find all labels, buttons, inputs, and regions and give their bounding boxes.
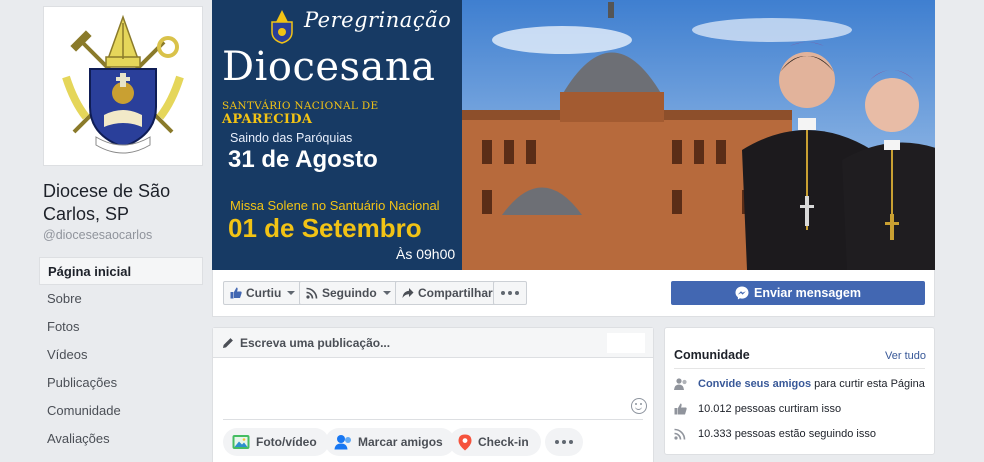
nav-item-community[interactable]: Comunidade [39,397,203,425]
send-message-button[interactable]: Enviar mensagem [671,281,925,305]
share-button-label: Compartilhar [418,286,493,300]
friends-icon [674,378,687,390]
rss-icon [674,428,686,440]
composer-divider [223,419,643,420]
followers-count-text: 10.333 pessoas estão seguindo isso [698,428,876,440]
post-composer: Escreva uma publicação... Foto/vídeo Mar… [212,327,654,462]
community-card: Comunidade Ver tudo Convide seus amigos … [664,327,935,455]
composer-more-button[interactable] [545,428,583,456]
cover-departure-label: Saindo das Paróquias [230,131,353,145]
photo-video-button[interactable]: Foto/vídeo [223,428,329,456]
invite-friends-suffix: para curtir esta Página [814,378,925,390]
profile-picture[interactable] [43,6,203,166]
thumbs-up-icon [674,403,687,415]
check-in-button[interactable]: Check-in [449,428,541,456]
photo-video-label: Foto/vídeo [256,435,317,449]
page-title[interactable]: Diocese de São Carlos, SP [43,180,213,226]
community-title: Comunidade [674,348,750,362]
page-username: @diocesesaocarlos [43,228,153,242]
page-nav: Página inicial Sobre Fotos Vídeos Public… [39,257,203,453]
messenger-icon [735,286,749,300]
nav-item-photos[interactable]: Fotos [39,313,203,341]
cover-mass-label: Missa Solene no Santuário Nacional [230,198,440,213]
chevron-down-icon [287,291,296,295]
cover-title-main: Diocesana [222,44,436,90]
cover-text-panel: Peregrinação Diocesana SANTVÁRIO NACIONA… [212,0,462,270]
likes-count-text: 10.012 pessoas curtiram isso [698,403,842,415]
nav-item-reviews[interactable]: Avaliações [39,425,203,453]
more-dots-icon [555,440,573,444]
cover-departure-date: 31 de Agosto [228,146,378,173]
rss-icon [306,287,318,299]
check-in-label: Check-in [478,435,529,449]
cover-basilica-image [442,0,935,270]
cover-mass-date: 01 de Setembro [228,213,422,243]
cover-subtitle: SANTVÁRIO NACIONAL DE APARECIDA [222,100,462,127]
chevron-down-icon [382,291,391,295]
crest-icon [271,10,293,44]
composer-header[interactable]: Escreva uma publicação... [213,328,653,358]
likes-count-row: 10.012 pessoas curtiram isso [674,403,841,415]
follow-button-label: Seguindo [322,286,377,300]
cover-subtitle-prefix: SANTVÁRIO NACIONAL DE [222,100,379,112]
cover-mass-time: Às 09h00 [396,246,456,262]
more-dots-icon [501,291,519,295]
photo-icon [232,435,250,449]
pencil-icon [223,337,233,348]
send-message-label: Enviar mensagem [754,286,861,300]
share-button[interactable]: Compartilhar [395,281,500,305]
diocese-crest-icon [62,14,184,154]
tag-friends-icon [334,435,351,450]
community-divider [674,368,925,369]
nav-item-videos[interactable]: Vídeos [39,341,203,369]
like-button[interactable]: Curtiu [223,281,303,305]
composer-header-blank [607,333,645,353]
invite-friends-row: Convide seus amigos para curtir esta Pág… [674,378,925,390]
cover-title-script: Peregrinação [304,8,452,32]
more-options-button[interactable] [493,281,527,305]
invite-friends-link[interactable]: Convide seus amigos [698,378,811,390]
map-pin-icon [458,434,472,450]
composer-placeholder[interactable]: Escreva uma publicação... [240,336,390,350]
cover-photo[interactable]: Peregrinação Diocesana SANTVÁRIO NACIONA… [212,0,935,270]
cover-subtitle-highlight: APARECIDA [222,112,313,127]
page-action-bar: Curtiu Seguindo Compartilhar Enviar mens… [212,270,935,317]
tag-friends-button[interactable]: Marcar amigos [325,428,455,456]
like-button-label: Curtiu [246,286,282,300]
thumbs-up-icon [230,287,242,299]
follow-button[interactable]: Seguindo [299,281,398,305]
see-all-link[interactable]: Ver tudo [885,350,926,362]
nav-item-about[interactable]: Sobre [39,285,203,313]
tag-friends-label: Marcar amigos [358,435,443,449]
followers-count-row: 10.333 pessoas estão seguindo isso [674,428,876,440]
share-arrow-icon [402,288,414,298]
smiley-icon[interactable] [631,398,647,414]
nav-item-posts[interactable]: Publicações [39,369,203,397]
nav-item-home[interactable]: Página inicial [39,257,203,285]
